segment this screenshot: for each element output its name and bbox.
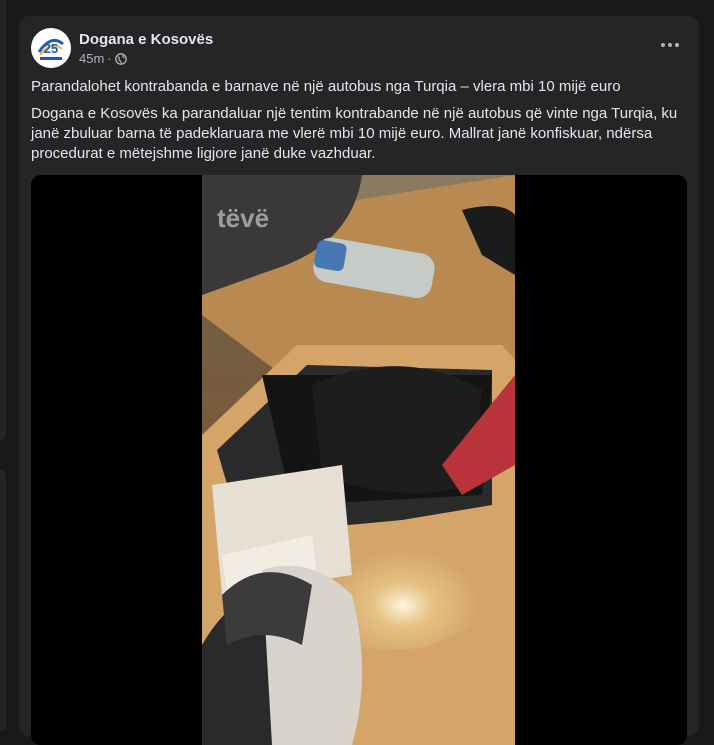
more-options-icon[interactable] — [655, 34, 685, 56]
post-body: Dogana e Kosovës ka parandaluar një tent… — [31, 105, 678, 162]
adjacent-panel-edge — [0, 470, 6, 730]
page-avatar[interactable]: 25 — [31, 28, 71, 68]
post-headline: Parandalohet kontrabanda e barnave në nj… — [31, 78, 621, 95]
meta-separator: · — [107, 51, 112, 66]
author-name[interactable]: Dogana e Kosovës — [79, 31, 213, 48]
channel-watermark: tëvë — [217, 203, 269, 233]
globe-icon — [114, 52, 127, 65]
post-time[interactable]: 45m — [79, 51, 104, 66]
post-video[interactable]: tëvë — [31, 175, 687, 745]
avatar-logo-text: 25 — [44, 41, 58, 56]
adjacent-panel-edge — [0, 0, 6, 440]
video-frame: tëvë — [202, 175, 515, 745]
post-card: 25 Dogana e Kosovës 45m · Parandalohet k… — [19, 16, 699, 745]
post-meta: 45m · — [79, 51, 127, 66]
